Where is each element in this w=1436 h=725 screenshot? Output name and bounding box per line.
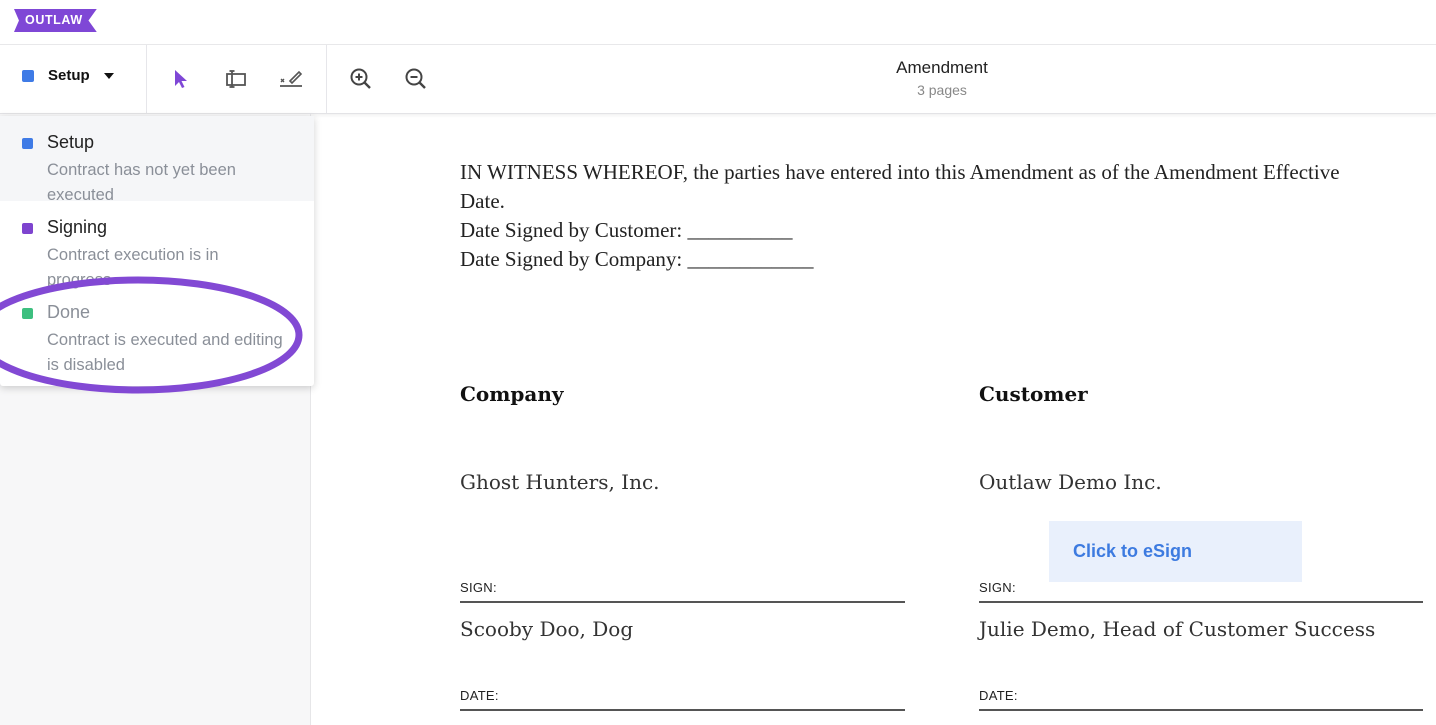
company-party-name: Ghost Hunters, Inc. (460, 470, 660, 494)
status-color-swatch (22, 69, 34, 82)
brand-bar: OUTLAW (0, 0, 1436, 45)
document-title-block: Amendment 3 pages (842, 58, 1042, 98)
customer-date-line (979, 709, 1423, 711)
status-option-name: Signing (47, 217, 108, 237)
status-menu: Setup Contract has not yet been executed… (0, 116, 314, 386)
signing-color-swatch (22, 223, 33, 234)
customer-heading: Customer (979, 382, 1088, 406)
customer-sign-line (979, 601, 1423, 603)
status-dropdown-label: Setup (48, 67, 90, 84)
toolbar-divider (326, 45, 327, 113)
witness-line: Date Signed by Customer: __________ (460, 218, 793, 242)
setup-color-swatch (22, 138, 33, 149)
company-heading: Company (460, 382, 564, 406)
outlaw-logo[interactable]: OUTLAW (14, 9, 97, 32)
esign-button[interactable]: Click to eSign (1049, 521, 1302, 582)
status-option-setup[interactable]: Setup Contract has not yet been executed (0, 116, 314, 204)
select-pointer-tool[interactable] (166, 65, 196, 93)
text-field-icon (226, 70, 246, 88)
zoom-in-icon (350, 68, 371, 89)
done-color-swatch (22, 308, 33, 319)
status-option-name: Setup (47, 132, 95, 152)
zoom-in-button[interactable] (346, 65, 376, 93)
signature-field-icon (280, 70, 303, 87)
company-date-label: DATE: (460, 688, 499, 703)
page-count: 3 pages (917, 82, 967, 98)
pointer-icon (175, 70, 187, 88)
status-option-desc: Contract is executed and editing is disa… (47, 331, 283, 374)
document-title: Amendment (896, 58, 988, 77)
status-option-name: Done (47, 302, 91, 322)
customer-signer: Julie Demo, Head of Customer Success (979, 617, 1376, 641)
company-sign-label: SIGN: (460, 580, 497, 595)
company-signer: Scooby Doo, Dog (460, 617, 634, 641)
status-dropdown[interactable]: Setup (22, 67, 114, 84)
chevron-down-icon (103, 72, 114, 79)
customer-sign-label: SIGN: (979, 580, 1016, 595)
toolbar: Setup Amendment 3 pages (0, 45, 1436, 114)
witness-paragraph: IN WITNESS WHEREOF, the parties have ent… (460, 158, 1380, 274)
toolbar-divider (146, 45, 147, 113)
company-sign-line (460, 601, 905, 603)
company-date-line (460, 709, 905, 711)
text-field-tool[interactable] (221, 65, 251, 93)
witness-line: Date Signed by Company: ____________ (460, 247, 814, 271)
customer-date-label: DATE: (979, 688, 1018, 703)
status-option-signing[interactable]: Signing Contract execution is in progres… (0, 201, 314, 289)
customer-party-name: Outlaw Demo Inc. (979, 470, 1162, 494)
zoom-out-button[interactable] (401, 65, 431, 93)
status-option-done[interactable]: Done Contract is executed and editing is… (0, 286, 314, 374)
zoom-out-icon (405, 68, 426, 89)
witness-line: IN WITNESS WHEREOF, the parties have ent… (460, 160, 1340, 213)
signature-field-tool[interactable] (276, 65, 306, 93)
